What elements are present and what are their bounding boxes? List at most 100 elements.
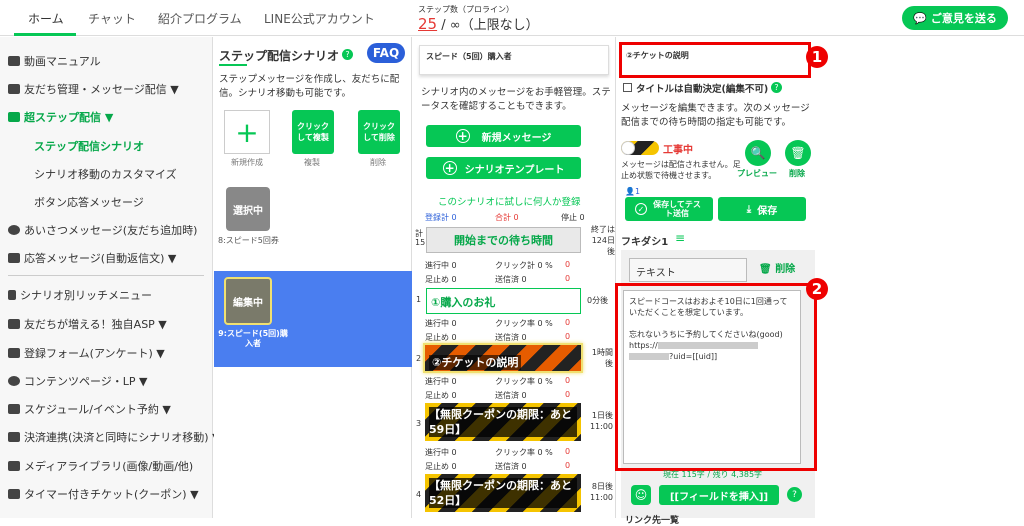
- row-stat: クリック計 0 %: [495, 261, 553, 270]
- user-icon: 👤: [625, 187, 635, 196]
- start-total: 計15: [415, 229, 426, 247]
- step-item[interactable]: 【無限クーポンの期限：あと59日】: [425, 403, 581, 441]
- sidebar-item-asp[interactable]: 友だちが増える！独自ASP ▼: [8, 316, 167, 332]
- feedback-button[interactable]: 💬 ご意見を送る: [902, 6, 1008, 30]
- save-test-button[interactable]: ✓ 保存してテスト送信: [625, 197, 713, 221]
- sidebar-item-friends[interactable]: 友だち管理・メッセージ配信 ▼: [8, 81, 179, 97]
- bubble-delete-button[interactable]: 🗑 削除: [759, 260, 795, 275]
- contacts-icon: [8, 84, 20, 94]
- tab-line-account[interactable]: LINE公式アカウント: [264, 10, 375, 27]
- start-wait-row[interactable]: 開始までの待ち時間: [426, 227, 581, 253]
- step-item-selected[interactable]: ②チケットの説明: [423, 343, 583, 373]
- emoji-button[interactable]: ☺: [631, 485, 651, 505]
- step-count: 25 / ∞（上限なし）: [418, 14, 539, 33]
- ticket-icon: [8, 489, 20, 499]
- sidebar-item-media[interactable]: メディアライブラリ(画像/動画/他): [8, 458, 193, 474]
- step-num: 1: [416, 295, 422, 304]
- editor-desc: メッセージを編集できます。次のメッセージ配信までの待ち時間の指定も可能です。: [621, 103, 810, 128]
- scenario-name-1[interactable]: 8:スピード5回券: [218, 235, 279, 246]
- auto-title-checkbox[interactable]: [623, 83, 632, 92]
- reply-icon: [8, 253, 20, 263]
- body-line: ?uid=[[uid]]: [629, 351, 795, 362]
- scenario-thumb-1[interactable]: 選択中: [226, 187, 270, 231]
- reorder-icon[interactable]: ≡: [675, 232, 689, 245]
- preview-button[interactable]: 🔍: [745, 140, 771, 166]
- body-line: https://: [629, 340, 795, 351]
- sitemap-icon: [8, 112, 20, 122]
- delete-message-button[interactable]: 🗑: [785, 140, 811, 166]
- step-used[interactable]: 25: [418, 15, 437, 33]
- step-timing: 1時間後: [591, 348, 613, 368]
- help-icon[interactable]: ?: [342, 49, 353, 60]
- video-icon: [8, 56, 20, 66]
- sidebar-divider: [8, 275, 204, 276]
- tab-referral[interactable]: 紹介プログラム: [158, 10, 242, 27]
- row-stat: 送信済 0: [495, 275, 527, 284]
- row-stat: 足止め 0: [425, 275, 457, 284]
- faq-button[interactable]: FAQ: [367, 43, 405, 63]
- sidebar-item-step-scenario[interactable]: ステップ配信シナリオ: [34, 138, 144, 154]
- annotation-badge-2: 2: [806, 278, 828, 300]
- wip-label: 工事中: [663, 145, 693, 156]
- help-icon[interactable]: ?: [771, 82, 782, 93]
- message-panel: スピード（5回）購入者 シナリオ内のメッセージをお手軽管理。ステータスを確認する…: [413, 37, 616, 518]
- sidebar-item-form[interactable]: 登録フォーム(アンケート) ▼: [8, 345, 165, 361]
- sidebar-item-schedule[interactable]: スケジュール/イベント予約 ▼: [8, 401, 171, 417]
- new-scenario-button[interactable]: +: [224, 110, 270, 154]
- sidebar-item-button-response[interactable]: ボタン応答メッセージ: [34, 194, 144, 210]
- delete-scenario-button[interactable]: クリックして削除: [358, 110, 400, 154]
- end-label: 終了は124日後: [591, 225, 615, 256]
- body-line: 忘れないうちに予約してくださいね(good): [629, 330, 783, 339]
- sidebar-item-scenario-move[interactable]: シナリオ移動のカスタマイズ: [34, 166, 177, 182]
- new-label: 新規作成: [231, 158, 263, 167]
- sidebar-item-video-manual[interactable]: 動画マニュアル: [8, 53, 101, 69]
- tab-chat[interactable]: チャット: [88, 10, 136, 27]
- delete-label: 削除: [789, 169, 805, 178]
- stat-total: 合計 0: [495, 213, 519, 222]
- message-title-box[interactable]: ②チケットの説明: [619, 42, 811, 78]
- char-counter: 現在 115字 / 残り 4,385字: [663, 470, 763, 479]
- copy-scenario-button[interactable]: クリックして複製: [292, 110, 334, 154]
- stat-registered: 登録計 0: [425, 213, 457, 222]
- wip-toggle[interactable]: [621, 141, 659, 155]
- help-icon[interactable]: ?: [787, 487, 802, 502]
- scenario-name-2[interactable]: 9:スピード(5回)購入者: [218, 329, 288, 349]
- user-count: 👤1: [625, 187, 641, 196]
- top-bar: ホーム チャット 紹介プログラム LINE公式アカウント ステップ数（プロライン…: [0, 0, 1024, 36]
- sidebar-item-content[interactable]: コンテンツページ・LP ▼: [8, 373, 148, 389]
- sidebar-item-ticket[interactable]: タイマー付きチケット(クーポン) ▼: [8, 486, 199, 502]
- body-line: スピードコースはおおよそ10日に1回通っていただくことを想定しています。: [629, 297, 788, 317]
- step-timing: 0分後: [587, 296, 609, 305]
- active-tab-indicator: [14, 33, 76, 36]
- link-label: リンク先一覧: [625, 516, 680, 526]
- sidebar-item-auto-reply[interactable]: 応答メッセージ(自動返信文) ▼: [8, 250, 176, 266]
- step-timing: 8日後 11:00: [589, 482, 613, 502]
- type-select[interactable]: テキスト: [629, 258, 747, 282]
- insert-field-button[interactable]: [[フィールドを挿入]]: [659, 485, 779, 505]
- scenario-thumb-2[interactable]: 編集中: [224, 277, 272, 325]
- step-title: 【無限クーポンの期限：あと52日】: [429, 478, 577, 508]
- sidebar-item-rich-menu[interactable]: シナリオ別リッチメニュー: [8, 287, 152, 303]
- step-item[interactable]: 【無限クーポンの期限：あと52日】: [425, 474, 581, 512]
- stat-stopped: 停止 0: [561, 213, 585, 222]
- phone-icon: [8, 290, 16, 300]
- new-message-button[interactable]: + 新規メッセージ: [426, 125, 581, 147]
- calendar-icon: [8, 404, 20, 414]
- feedback-label: ご意見を送る: [930, 12, 997, 25]
- auto-title-label: タイトルは自動決定(編集不可): [636, 84, 769, 95]
- trial-register-link[interactable]: このシナリオに試しに何人か登録: [438, 194, 581, 208]
- globe-icon: [8, 376, 20, 386]
- step-item[interactable]: ①購入のお礼: [426, 288, 581, 314]
- save-button[interactable]: ⤓ 保存: [718, 197, 806, 221]
- plus-circle-icon: +: [455, 129, 470, 143]
- sidebar-item-payment[interactable]: 決済連携(決済と同時にシナリオ移動) ▼: [8, 429, 221, 445]
- message-body-textarea[interactable]: スピードコースはおおよそ10日に1回通っていただくことを想定しています。 忘れな…: [623, 290, 801, 464]
- body-line: [629, 318, 795, 329]
- tab-home[interactable]: ホーム: [28, 10, 64, 27]
- sidebar-item-greeting[interactable]: あいさつメッセージ(友だち追加時): [8, 222, 197, 238]
- step-num: 2: [416, 354, 422, 363]
- row-stat: 足止め 0: [425, 462, 457, 471]
- template-button[interactable]: + シナリオテンプレート: [426, 157, 581, 179]
- sidebar-item-super-step[interactable]: 超ステップ配信 ▼: [8, 109, 113, 125]
- row-stat: 送信済 0: [495, 391, 527, 400]
